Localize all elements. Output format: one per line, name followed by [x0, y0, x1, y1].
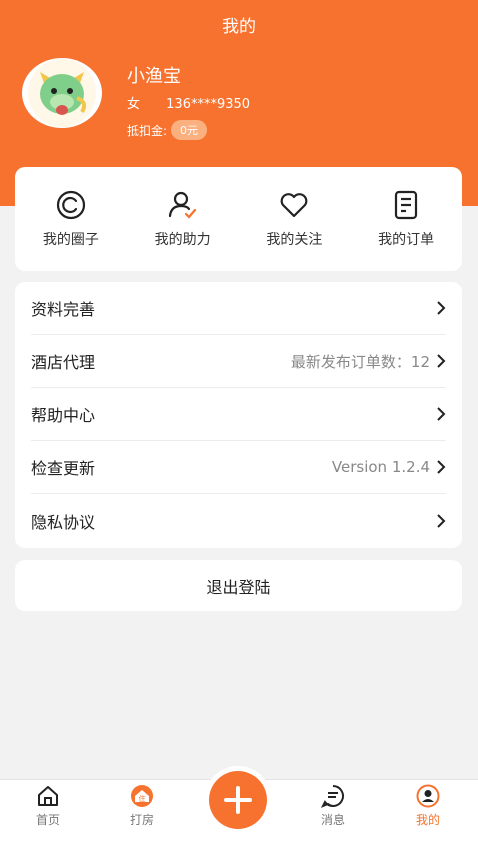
menu-item-privacy[interactable]: 隐私协议: [31, 494, 446, 547]
menu-item-value: 最新发布订单数：12: [290, 352, 430, 371]
gender-text: 女: [127, 97, 141, 112]
hotel-icon: 住: [131, 785, 153, 807]
order-list-icon: [395, 190, 418, 220]
phone-number: 136****9350: [166, 97, 251, 112]
deduct-balance: 抵扣金: 0元: [127, 120, 208, 140]
avatar[interactable]: [22, 58, 102, 128]
logout-button[interactable]: 退出登陆: [15, 560, 462, 611]
circle-icon: [56, 190, 85, 220]
quick-action-follow[interactable]: 我的关注: [239, 167, 351, 271]
username: 小渔宝: [127, 66, 181, 87]
deduct-label: 抵扣金:: [127, 123, 168, 138]
chevron-right-icon: [437, 460, 446, 474]
tab-messages[interactable]: 消息: [303, 784, 363, 828]
menu-item-title: 资料完善: [31, 300, 96, 319]
tab-home[interactable]: 首页: [18, 784, 78, 828]
menu-item-title: 帮助中心: [31, 406, 96, 425]
quick-actions-card: 我的圈子 我的助力 我的关注 我的订单: [15, 167, 462, 271]
menu-item-title: 检查更新: [31, 459, 96, 478]
menu-item-title: 隐私协议: [31, 512, 96, 532]
heart-icon: [280, 193, 308, 218]
profile-info: 女 136****9350: [127, 93, 250, 112]
menu-item-value: Version 1.2.4: [331, 458, 430, 476]
deduct-badge: 0元: [171, 120, 208, 140]
settings-menu: 资料完善 酒店代理 最新发布订单数：12 帮助中心 检查更新 Version 1…: [15, 282, 462, 548]
page-title: 我的: [222, 17, 256, 37]
quick-action-label: 我的圈子: [42, 232, 99, 248]
quick-action-orders[interactable]: 我的订单: [350, 167, 462, 271]
chevron-right-icon: [437, 301, 446, 315]
publish-button-wrap: [204, 766, 272, 834]
quick-action-boost[interactable]: 我的助力: [127, 167, 239, 271]
user-check-icon: [168, 191, 196, 219]
menu-item-hotel-agent[interactable]: 酒店代理 最新发布订单数：12: [31, 335, 446, 388]
tab-label: 打房: [129, 813, 154, 827]
svg-text:住: 住: [139, 794, 146, 803]
quick-action-label: 我的订单: [378, 232, 435, 248]
publish-button[interactable]: [209, 771, 267, 829]
menu-item-profile[interactable]: 资料完善: [31, 282, 446, 335]
chat-icon: [321, 785, 344, 808]
chevron-right-icon: [437, 354, 446, 368]
chevron-right-icon: [437, 513, 446, 528]
quick-action-circle[interactable]: 我的圈子: [15, 167, 127, 271]
tab-label: 消息: [320, 813, 345, 827]
tab-checkin[interactable]: 住 打房: [112, 784, 172, 828]
plus-icon: [224, 786, 252, 814]
chevron-right-icon: [437, 407, 446, 421]
tab-label: 我的: [415, 813, 440, 827]
home-icon: [38, 786, 58, 806]
quick-action-label: 我的助力: [154, 232, 211, 248]
menu-item-help[interactable]: 帮助中心: [31, 388, 446, 441]
dragon-avatar-icon: [28, 59, 96, 127]
quick-action-label: 我的关注: [266, 232, 323, 248]
tab-label: 首页: [35, 813, 60, 827]
menu-item-check-update[interactable]: 检查更新 Version 1.2.4: [31, 441, 446, 494]
tab-mine[interactable]: 我的: [398, 784, 458, 828]
menu-item-title: 酒店代理: [31, 353, 96, 372]
user-circle-icon: [416, 784, 440, 808]
